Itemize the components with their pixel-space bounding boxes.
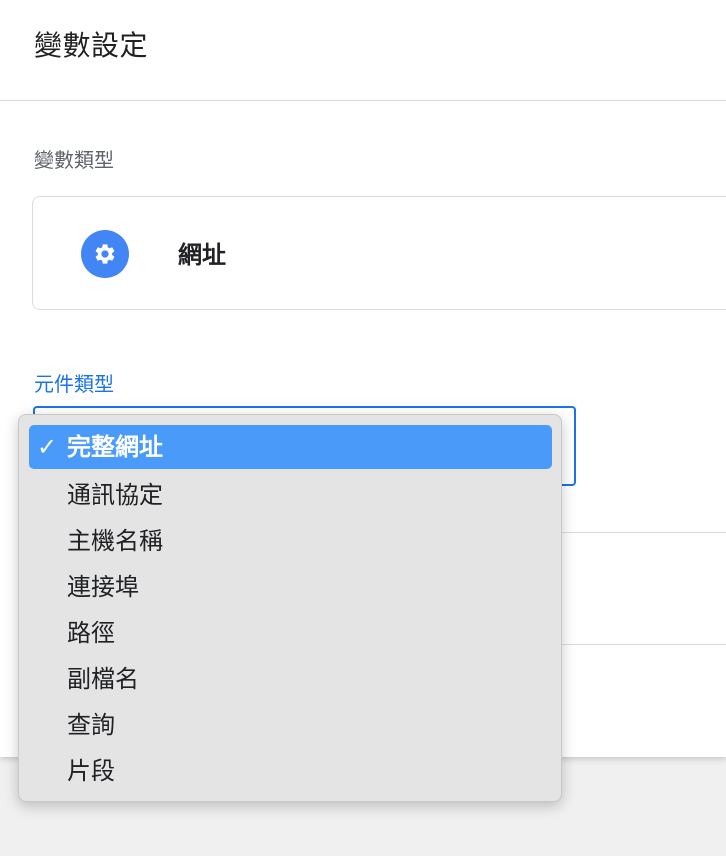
variable-type-value: 網址 [178,241,226,269]
option-query[interactable]: 查詢 [29,703,552,747]
variable-type-card[interactable]: 網址 [32,196,726,310]
variable-type-label: 變數類型 [34,148,114,172]
component-type-label: 元件類型 [34,372,114,396]
option-fragment[interactable]: 片段 [29,749,552,793]
option-port[interactable]: 連接埠 [29,565,552,609]
option-label: 路徑 [67,619,115,647]
title-divider [0,100,726,101]
option-extension[interactable]: 副檔名 [29,657,552,701]
component-type-dropdown-menu: ✓ 完整網址 通訊協定 主機名稱 連接埠 路徑 副檔名 查詢 片段 [18,414,562,802]
gear-icon [81,230,129,278]
option-label: 完整網址 [67,433,163,461]
option-label: 副檔名 [67,665,139,693]
option-label: 通訊協定 [67,481,163,509]
option-label: 連接埠 [67,573,139,601]
option-label: 片段 [67,757,115,785]
checkmark-icon: ✓ [37,433,58,461]
divider [560,532,726,533]
divider [560,644,726,645]
option-label: 主機名稱 [67,527,163,555]
option-label: 查詢 [67,711,115,739]
option-path[interactable]: 路徑 [29,611,552,655]
panel-title: 變數設定 [34,29,149,62]
option-full-url[interactable]: ✓ 完整網址 [29,425,552,469]
option-protocol[interactable]: 通訊協定 [29,473,552,517]
option-hostname[interactable]: 主機名稱 [29,519,552,563]
